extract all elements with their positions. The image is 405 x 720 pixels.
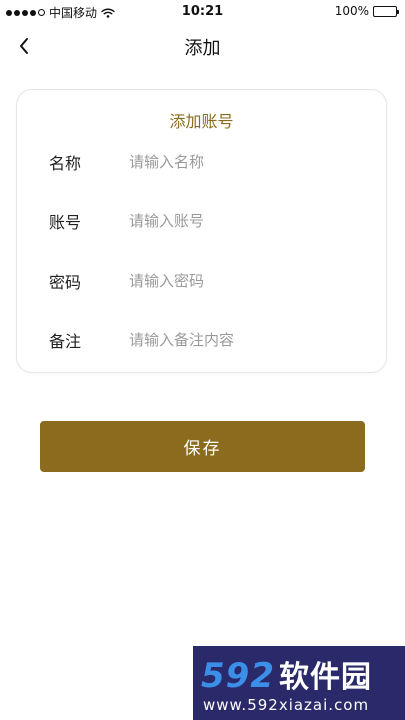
status-bar: 中国移动 10:21 100%	[0, 0, 405, 24]
remark-input[interactable]	[129, 325, 359, 355]
battery-percent: 100%	[334, 4, 369, 18]
password-label: 密码	[49, 273, 82, 292]
password-input[interactable]	[129, 266, 359, 296]
add-account-card: 添加账号 名称 账号 密码 备注	[16, 89, 387, 373]
page-title: 添加	[184, 38, 221, 59]
account-input[interactable]	[129, 206, 359, 236]
watermark-logo: 592 软件园	[201, 652, 372, 696]
watermark-logo-text: 软件园	[278, 660, 372, 695]
nav-bar: 添加	[0, 24, 405, 68]
watermark-url: www.592xiazai.com	[203, 696, 370, 714]
account-label: 账号	[49, 213, 82, 232]
site-watermark: 592 软件园 www.592xiazai.com	[193, 646, 405, 720]
card-title: 添加账号	[169, 112, 234, 131]
watermark-logo-number: 592	[201, 656, 275, 696]
form-row-remark: 备注	[17, 320, 386, 360]
form-row-password: 密码	[17, 261, 386, 301]
status-right: 100%	[334, 4, 399, 18]
battery-icon	[373, 5, 399, 17]
save-button[interactable]: 保存	[40, 421, 365, 472]
name-label: 名称	[49, 154, 82, 173]
app-screen: 中国移动 10:21 100% 添加 添加账号 名称 请输入名称 账号 请输入账…	[0, 0, 405, 720]
name-input[interactable]	[129, 147, 359, 177]
form-row-name: 名称	[17, 142, 386, 182]
remark-label: 备注	[49, 332, 82, 351]
form-row-account: 账号	[17, 201, 386, 241]
